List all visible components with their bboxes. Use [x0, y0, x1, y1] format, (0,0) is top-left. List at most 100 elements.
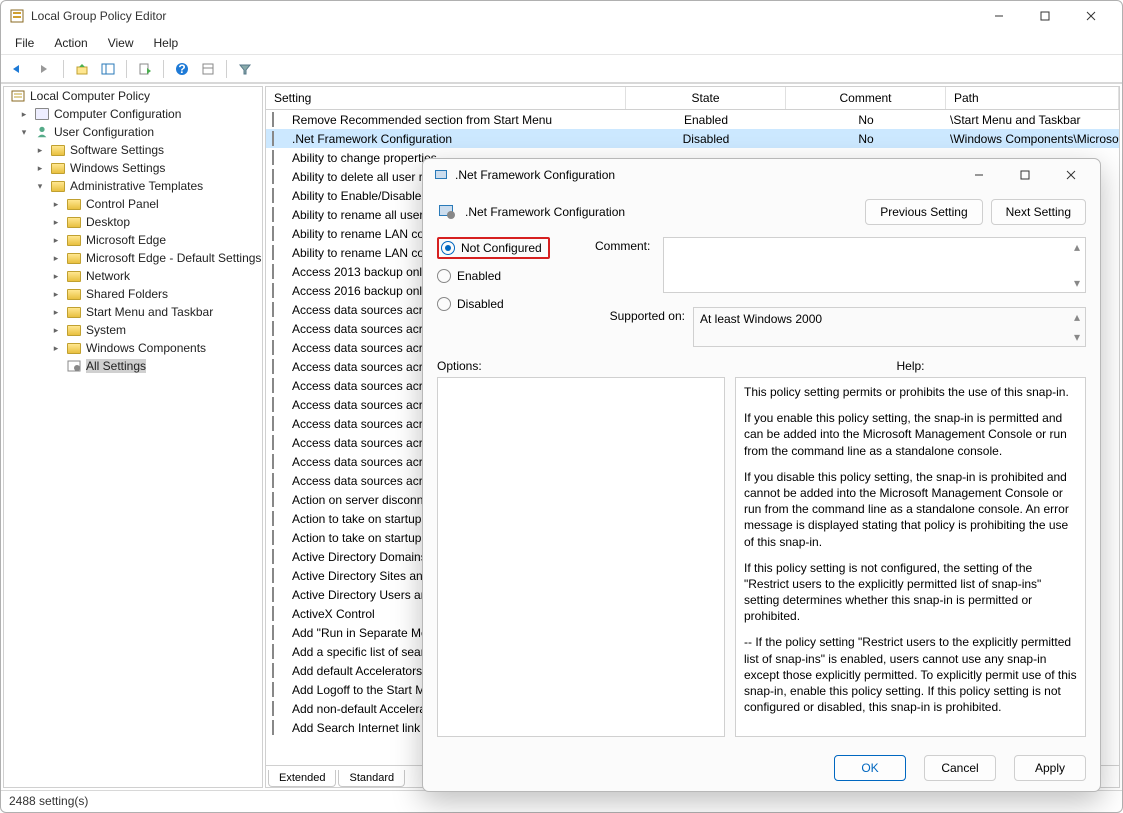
expand-icon[interactable]: ▸ [50, 288, 62, 300]
tree-item[interactable]: ▸Shared Folders [4, 285, 262, 303]
tree-windows-settings[interactable]: ▸ Windows Settings [4, 159, 262, 177]
show-hide-tree-button[interactable] [96, 58, 120, 80]
tree-user-config[interactable]: ▾ User Configuration [4, 123, 262, 141]
setting-icon [272, 492, 288, 508]
radio-disabled[interactable] [437, 297, 451, 311]
setting-icon [272, 226, 288, 242]
tree-software-settings[interactable]: ▸ Software Settings [4, 141, 262, 159]
tab-standard[interactable]: Standard [338, 770, 405, 787]
expand-icon[interactable]: ▸ [50, 198, 62, 210]
col-path[interactable]: Path [946, 87, 1119, 109]
setting-icon [272, 359, 288, 375]
setting-icon [272, 264, 288, 280]
tree-pane[interactable]: Local Computer Policy ▸ Computer Configu… [3, 86, 263, 788]
filter-button[interactable] [233, 58, 257, 80]
tab-extended[interactable]: Extended [268, 770, 336, 787]
tree-item[interactable]: ▸Control Panel [4, 195, 262, 213]
list-row[interactable]: Remove Recommended section from Start Me… [266, 110, 1119, 129]
col-state[interactable]: State [626, 87, 786, 109]
setting-icon [272, 549, 288, 565]
apply-button[interactable]: Apply [1014, 755, 1086, 781]
help-button[interactable]: ? [170, 58, 194, 80]
menu-help[interactable]: Help [146, 34, 187, 52]
list-header: Setting State Comment Path [266, 87, 1119, 110]
expand-icon[interactable]: ▸ [34, 144, 46, 156]
menubar: File Action View Help [1, 31, 1122, 55]
expand-icon[interactable]: ▸ [18, 108, 30, 120]
window-controls [976, 1, 1114, 31]
up-button[interactable] [70, 58, 94, 80]
tree-computer-config[interactable]: ▸ Computer Configuration [4, 105, 262, 123]
properties-button[interactable] [196, 58, 220, 80]
expand-icon[interactable]: ▸ [50, 252, 62, 264]
folder-icon [66, 268, 82, 284]
tree-item[interactable]: ▸Start Menu and Taskbar [4, 303, 262, 321]
setting-icon [272, 720, 288, 736]
expand-icon[interactable]: ▸ [50, 216, 62, 228]
setting-icon [272, 435, 288, 451]
setting-icon [272, 587, 288, 603]
folder-icon [50, 142, 66, 158]
expand-icon[interactable]: ▸ [50, 324, 62, 336]
setting-icon [272, 321, 288, 337]
maximize-button[interactable] [1022, 1, 1068, 31]
policy-icon [10, 88, 26, 104]
folder-icon [66, 340, 82, 356]
list-row[interactable]: .Net Framework ConfigurationDisabledNo\W… [266, 129, 1119, 148]
col-setting[interactable]: Setting [266, 87, 626, 109]
setting-icon [272, 530, 288, 546]
tree-item[interactable]: ▸Microsoft Edge [4, 231, 262, 249]
tree-admin-templates[interactable]: ▾ Administrative Templates [4, 177, 262, 195]
tree-item[interactable]: ▸System [4, 321, 262, 339]
help-paragraph: If you enable this policy setting, the s… [744, 410, 1077, 459]
tree-root[interactable]: Local Computer Policy [4, 87, 262, 105]
collapse-icon[interactable]: ▾ [18, 126, 30, 138]
expand-icon[interactable]: ▸ [50, 342, 62, 354]
col-comment[interactable]: Comment [786, 87, 946, 109]
collapse-icon[interactable]: ▾ [34, 180, 46, 192]
minimize-button[interactable] [976, 1, 1022, 31]
expand-icon[interactable]: ▸ [50, 306, 62, 318]
dialog-icon [433, 167, 449, 183]
tree-item[interactable]: ▸Windows Components [4, 339, 262, 357]
radio-enabled[interactable] [437, 269, 451, 283]
tree-item[interactable]: All Settings [4, 357, 262, 375]
export-button[interactable] [133, 58, 157, 80]
forward-button[interactable] [33, 58, 57, 80]
previous-setting-button[interactable]: Previous Setting [865, 199, 982, 225]
setting-icon [272, 454, 288, 470]
menu-file[interactable]: File [7, 34, 42, 52]
expand-icon[interactable]: ▸ [50, 234, 62, 246]
setting-icon [272, 663, 288, 679]
setting-icon [272, 169, 288, 185]
menu-action[interactable]: Action [46, 34, 95, 52]
radio-not-configured[interactable] [441, 241, 455, 255]
dialog-heading-icon [437, 202, 457, 222]
menu-view[interactable]: View [100, 34, 142, 52]
dialog-minimize-button[interactable] [956, 160, 1002, 190]
cancel-button[interactable]: Cancel [924, 755, 996, 781]
panels: Options: Help: This policy setting permi… [437, 359, 1086, 737]
dialog-close-button[interactable] [1048, 160, 1094, 190]
setting-icon [272, 150, 288, 166]
expand-icon[interactable]: ▸ [34, 162, 46, 174]
help-box[interactable]: This policy setting permits or prohibits… [735, 377, 1086, 737]
setting-icon [272, 245, 288, 261]
next-setting-button[interactable]: Next Setting [991, 199, 1086, 225]
comment-textarea[interactable]: ▴▾ [663, 237, 1086, 293]
back-button[interactable] [7, 58, 31, 80]
help-label: Help: [735, 359, 1086, 373]
tree-item[interactable]: ▸Microsoft Edge - Default Settings [4, 249, 262, 267]
folder-icon [50, 160, 66, 176]
tree-item[interactable]: ▸Desktop [4, 213, 262, 231]
dialog-maximize-button[interactable] [1002, 160, 1048, 190]
expand-icon[interactable]: ▸ [50, 270, 62, 282]
separator [163, 60, 164, 78]
close-button[interactable] [1068, 1, 1114, 31]
options-label: Options: [437, 359, 725, 373]
ok-button[interactable]: OK [834, 755, 906, 781]
app-icon [9, 8, 25, 24]
tree-item[interactable]: ▸Network [4, 267, 262, 285]
folder-icon [66, 304, 82, 320]
dialog-heading: .Net Framework Configuration [465, 205, 625, 219]
